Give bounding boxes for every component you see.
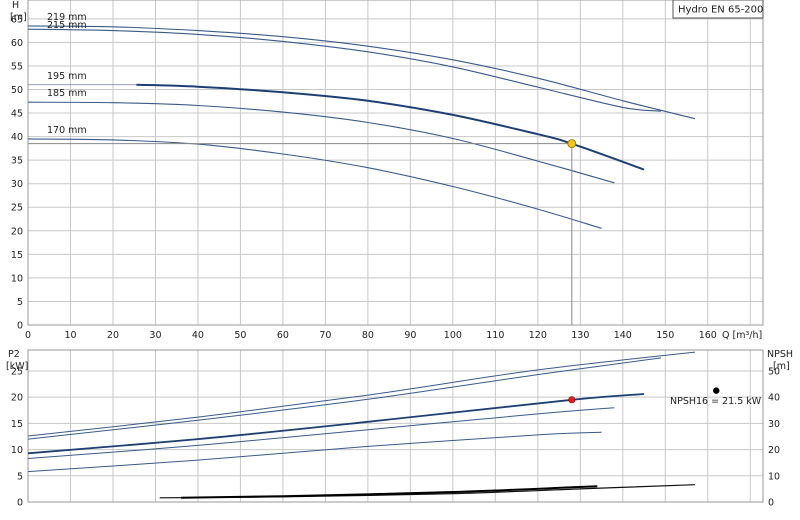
bot-ytick-15: 15 [11, 419, 23, 430]
bot-ytick-0: 0 [17, 498, 23, 509]
bottom-ylabel: P2 [8, 349, 20, 360]
power-duty-point [568, 396, 576, 404]
top-xtick-50: 50 [234, 330, 246, 341]
duty-point [567, 139, 577, 149]
top-ylabel: H [12, 0, 19, 11]
head-curve-2 [136, 83, 645, 171]
top-xtick-100: 100 [444, 330, 462, 341]
top-grid [27, 0, 764, 326]
bot-ytick2-30: 30 [768, 419, 780, 430]
bot-ytick-20: 20 [11, 393, 23, 404]
top-ytick-40: 40 [11, 132, 23, 143]
top-xtick-140: 140 [614, 330, 632, 341]
bot-ytick-10: 10 [11, 445, 23, 456]
bottom-grid [27, 349, 764, 503]
bot-frame [27, 349, 764, 503]
top-ytick-5: 5 [17, 297, 23, 308]
top-xtick-120: 120 [529, 330, 547, 341]
bot-ytick2-10: 10 [768, 471, 780, 482]
bot-ytick2-40: 40 [768, 393, 780, 404]
bottom-curve-6 [180, 485, 598, 499]
bottom-secondary-ylabel: NPSH [767, 349, 793, 360]
title-box: Hydro EN 65-200 [672, 0, 764, 19]
top-xtick-160: 160 [699, 330, 717, 341]
top-xtick-70: 70 [319, 330, 331, 341]
top-xtick-40: 40 [192, 330, 204, 341]
top-ticks: 0 10 20 30 40 50 60 70 80 90 100 110 120 130 140 150 160… [11, 14, 717, 341]
pump-performance-chart: 219 mm215 mm195 mm185 mm170 mm 0 10 20 30 40… [6, 0, 793, 509]
head-flow-panel: 219 mm215 mm195 mm185 mm170 mm 0 10 20 30 40… [11, 0, 764, 341]
head-curve-0 [27, 25, 696, 120]
npsh-point [713, 387, 720, 394]
top-ytick-25: 25 [11, 203, 23, 214]
bottom-ticks: 051015202501020304050 [11, 366, 780, 508]
top-xlabel: Q [m³/h] [722, 330, 762, 341]
top-xtick-110: 110 [486, 330, 504, 341]
top-xtick-0: 0 [25, 330, 31, 341]
npsh-annotation: NPSH16 = 21.5 kW [670, 396, 762, 407]
top-ylabel-unit: [m] [10, 12, 27, 23]
top-xtick-130: 130 [571, 330, 589, 341]
bottom-curve-3 [27, 407, 615, 459]
curve-label-4: 170 mm [47, 125, 87, 136]
top-ytick-45: 45 [11, 109, 23, 120]
top-ytick-15: 15 [11, 250, 23, 261]
top-ytick-0: 0 [17, 321, 23, 332]
top-ytick-50: 50 [11, 85, 23, 96]
curve-label-1: 215 mm [47, 20, 87, 31]
top-ytick-35: 35 [11, 156, 23, 167]
bot-ytick-5: 5 [17, 471, 23, 482]
top-xtick-90: 90 [404, 330, 416, 341]
top-ytick-55: 55 [11, 61, 23, 72]
top-xtick-30: 30 [149, 330, 161, 341]
top-xtick-80: 80 [362, 330, 374, 341]
bot-ytick2-0: 0 [768, 498, 774, 509]
top-xtick-60: 60 [277, 330, 289, 341]
bottom-ylabel-unit: [kW] [6, 361, 28, 372]
top-ytick-30: 30 [11, 179, 23, 190]
top-ytick-10: 10 [11, 273, 23, 284]
top-xtick-10: 10 [64, 330, 76, 341]
top-xtick-20: 20 [107, 330, 119, 341]
curve-label-2: 195 mm [47, 71, 87, 82]
top-frame [27, 0, 764, 326]
top-ytick-60: 60 [11, 38, 23, 49]
chart-title: Hydro EN 65-200 [678, 5, 763, 16]
power-npsh-panel: 051015202501020304050 [11, 349, 780, 509]
head-curve-3 [27, 101, 615, 184]
top-ytick-20: 20 [11, 226, 23, 237]
bottom-secondary-ylabel-unit: [m] [773, 361, 790, 372]
bot-ytick2-20: 20 [768, 445, 780, 456]
top-xtick-150: 150 [656, 330, 674, 341]
curve-label-3: 185 mm [47, 88, 87, 99]
